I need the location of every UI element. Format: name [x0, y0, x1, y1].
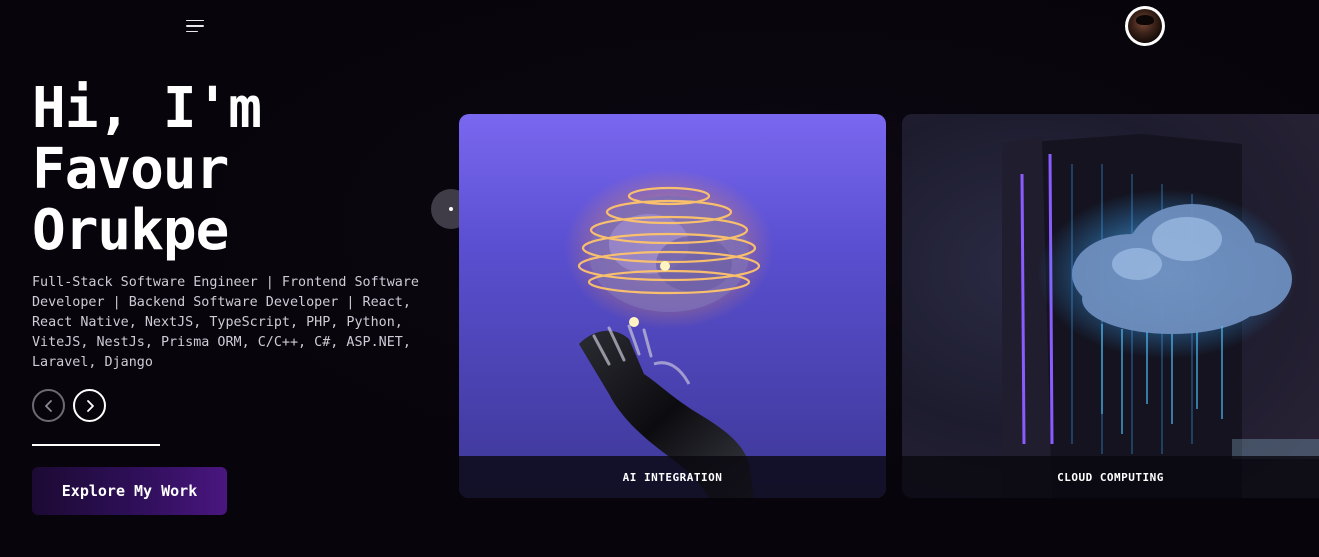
hero-title-line-3: Orukpe	[32, 198, 229, 263]
hero-divider	[32, 444, 160, 446]
portfolio-page: Hi, I'm Favour Orukpe Full-Stack Softwar…	[0, 0, 1319, 557]
hamburger-menu-icon[interactable]	[186, 16, 208, 36]
chevron-left-icon	[44, 399, 52, 412]
hero-title-line-1: Hi, I'm	[32, 76, 262, 141]
service-card-ai-integration[interactable]: AI INTEGRATION	[459, 114, 886, 498]
ai-brain-hand-image	[564, 169, 774, 498]
explore-my-work-button[interactable]: Explore My Work	[32, 467, 227, 515]
service-card-cloud-computing[interactable]: CLOUD COMPUTING	[902, 114, 1319, 498]
cloud-server-image	[1002, 134, 1319, 498]
previous-slide-button[interactable]	[32, 389, 65, 422]
card-label-cloud-computing: CLOUD COMPUTING	[902, 456, 1319, 498]
hero-title-line-2: Favour	[32, 137, 229, 202]
next-slide-button[interactable]	[73, 389, 106, 422]
chevron-right-icon	[86, 399, 94, 412]
hero-description: Full-Stack Software Engineer | Frontend …	[32, 275, 419, 370]
hero-title: Hi, I'm Favour Orukpe	[32, 78, 412, 261]
profile-avatar[interactable]	[1125, 6, 1165, 46]
card-label-ai-integration: AI INTEGRATION	[459, 456, 886, 498]
slider-navigation	[32, 389, 106, 422]
